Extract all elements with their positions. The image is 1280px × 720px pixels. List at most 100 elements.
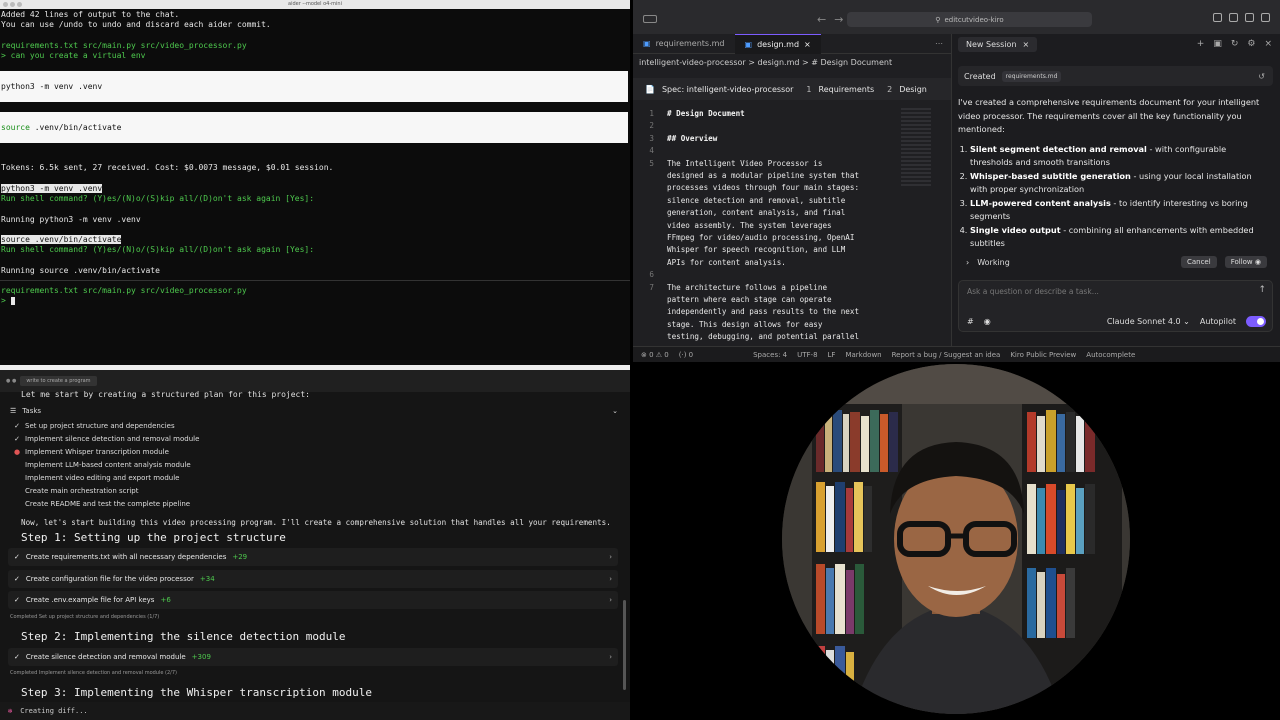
check-icon: ✓ <box>14 575 20 583</box>
terminal-code-block: source .venv/bin/activate <box>0 112 628 143</box>
terminal-line: Running python3 -m venv .venv <box>1 215 141 224</box>
webcam-overlay <box>630 362 1280 720</box>
editor-actions-icon[interactable]: ⋯ <box>935 39 943 48</box>
terminal-line: requirements.txt src/main.py src/video_p… <box>1 286 247 295</box>
tab-design[interactable]: ▣ design.md × <box>734 33 821 54</box>
follow-button[interactable]: Follow ◉ <box>1224 256 1267 268</box>
chat-panel: ● ● write to create a program Let me sta… <box>0 370 630 720</box>
agent-message: I've created a comprehensive requirement… <box>958 96 1270 251</box>
chevron-right-icon[interactable]: › <box>966 258 969 267</box>
file-change-row[interactable]: ✓ Create .env.example file for API keys +6… <box>8 591 618 609</box>
code-line: 2 <box>633 120 943 132</box>
check-icon: ✓ <box>14 553 20 561</box>
ports-indicator[interactable]: (·) 0 <box>679 351 693 359</box>
model-select[interactable]: Claude Sonnet 4.0 ⌄ <box>1107 317 1190 326</box>
tasks-header[interactable]: ☰ Tasks ⌄ <box>10 404 618 418</box>
report-bug-link[interactable]: Report a bug / Suggest an idea <box>892 351 1001 359</box>
ide-window: ← → ⚲ editcutvideo-kiro ▣ requirements.md… <box>633 0 1280 362</box>
send-icon[interactable]: ↑ <box>1258 285 1266 295</box>
breadcrumb[interactable]: intelligent-video-processor > design.md … <box>639 58 892 67</box>
indentation-indicator[interactable]: Spaces: 4 <box>753 351 787 359</box>
line-number: 7 <box>649 282 654 292</box>
chevron-down-icon[interactable]: ⌄ <box>612 407 618 415</box>
spec-step-design[interactable]: Design <box>899 85 927 94</box>
autocomplete-toggle[interactable]: Autocomplete <box>1086 351 1135 359</box>
code-line: silence detection and removal, subtitle <box>633 195 943 207</box>
close-icon[interactable]: × <box>804 40 811 49</box>
spec-icon: 📄 <box>645 84 655 94</box>
minimap[interactable] <box>901 108 931 188</box>
layout-controls[interactable] <box>1213 13 1270 22</box>
line-number: 1 <box>649 109 654 118</box>
list-item: LLM-powered content analysis - to identi… <box>970 197 1270 224</box>
token-cost-line: Tokens: 6.5k sent, 27 received. Cost: $0… <box>1 163 334 172</box>
cancel-button[interactable]: Cancel <box>1180 256 1217 268</box>
code-text: generation, content analysis, and final <box>667 208 846 218</box>
code-text: silence detection and removal, subtitle <box>667 195 846 205</box>
check-icon: ✓ <box>14 653 20 661</box>
webcam-image <box>782 364 1130 714</box>
cursor <box>10 296 15 305</box>
markdown-icon: ▣ <box>643 39 651 48</box>
line-number: 5 <box>649 158 654 168</box>
code-text: designed as a modular pipeline system th… <box>667 171 860 180</box>
chevron-right-icon: › <box>609 653 612 661</box>
agent-toolbar[interactable]: + ▣ ↻ ⚙ × <box>1197 39 1272 49</box>
scrollbar[interactable] <box>623 600 626 690</box>
code-line: testing, debugging, and potential parall… <box>633 331 943 343</box>
preview-badge: Kiro Public Preview <box>1010 350 1077 359</box>
window-controls[interactable] <box>3 2 22 7</box>
forward-arrow-icon[interactable]: → <box>834 13 843 26</box>
task-item: ✓ Set up project structure and dependenci… <box>14 422 175 430</box>
chat-input[interactable]: Ask a question or describe a task... <box>967 287 1099 296</box>
file-change-row[interactable]: ✓ Create silence detection and removal mo… <box>8 648 618 666</box>
hash-icon[interactable]: # <box>967 317 974 326</box>
created-label: Created <box>964 71 996 81</box>
editor-tabs: ▣ requirements.md ▣ design.md × ⋯ <box>633 33 951 54</box>
search-icon: ⚲ <box>935 15 941 24</box>
spec-step-requirements[interactable]: Requirements <box>819 85 875 94</box>
terminal-separator <box>0 280 630 281</box>
revert-icon[interactable]: ↺ <box>1258 72 1265 81</box>
window-icon: ▣ <box>1213 39 1222 49</box>
sidebar-toggle-icon[interactable] <box>643 15 657 23</box>
language-indicator[interactable]: Markdown <box>845 351 881 359</box>
encoding-indicator[interactable]: UTF-8 <box>797 351 817 359</box>
terminal-line: source .venv/bin/activate <box>1 235 122 244</box>
code-line: 6 <box>633 269 943 281</box>
file-change-row[interactable]: ✓ Create configuration file for the video… <box>8 570 618 588</box>
terminal-window[interactable]: aider --model o4-mini Added 42 lines of … <box>0 0 630 365</box>
terminal-titlebar: aider --model o4-mini <box>0 0 630 9</box>
line-number: 4 <box>649 146 654 156</box>
tab-requirements[interactable]: ▣ requirements.md <box>633 34 735 54</box>
step-heading: Step 1: Setting up the project structure <box>21 531 286 544</box>
code-line: video assembly. The system leverages <box>633 220 943 232</box>
task-item: ● Implement Whisper transcription module <box>14 448 169 456</box>
image-icon[interactable]: ◉ <box>984 317 991 326</box>
window-controls[interactable]: ● ● <box>6 378 16 384</box>
shell-prompt-line: Run shell command? (Y)es/(N)o/(S)kip all… <box>1 194 315 203</box>
code-text: video assembly. The system leverages <box>667 220 832 230</box>
code-line: designed as a modular pipeline system th… <box>633 170 943 182</box>
file-chip[interactable]: requirements.md <box>1001 70 1062 82</box>
code-line: independently and pass results to the ne… <box>633 306 943 318</box>
autopilot-toggle[interactable] <box>1246 316 1266 327</box>
back-arrow-icon[interactable]: ← <box>817 13 826 26</box>
step-heading: Step 3: Implementing the Whisper transcr… <box>21 686 372 699</box>
created-file-card[interactable]: Created requirements.md ↺ <box>958 66 1273 86</box>
chat-tab[interactable]: write to create a program <box>20 376 97 386</box>
problems-indicator[interactable]: ⊗ 0 ⚠ 0 <box>641 351 669 359</box>
code-text: testing, debugging, and potential parall… <box>667 332 860 342</box>
command-search[interactable]: ⚲ editcutvideo-kiro <box>847 12 1092 27</box>
code-text: # Design Document <box>667 109 745 118</box>
spec-step-number: 1 <box>806 84 812 94</box>
chat-message: Now, let's start building this video pro… <box>21 518 611 527</box>
eol-indicator[interactable]: LF <box>828 351 836 359</box>
tab-new-session[interactable]: New Session × <box>958 36 1038 52</box>
file-change-row[interactable]: ✓ Create requirements.txt with all necess… <box>8 548 618 566</box>
terminal-input[interactable]: > <box>1 296 15 305</box>
close-icon: × <box>1022 39 1030 49</box>
code-line: processes videos through four main stage… <box>633 182 943 194</box>
chat-input-box[interactable]: Ask a question or describe a task... ↑ #… <box>958 280 1273 332</box>
task-item: ✓ Implement silence detection and removal… <box>14 435 200 443</box>
